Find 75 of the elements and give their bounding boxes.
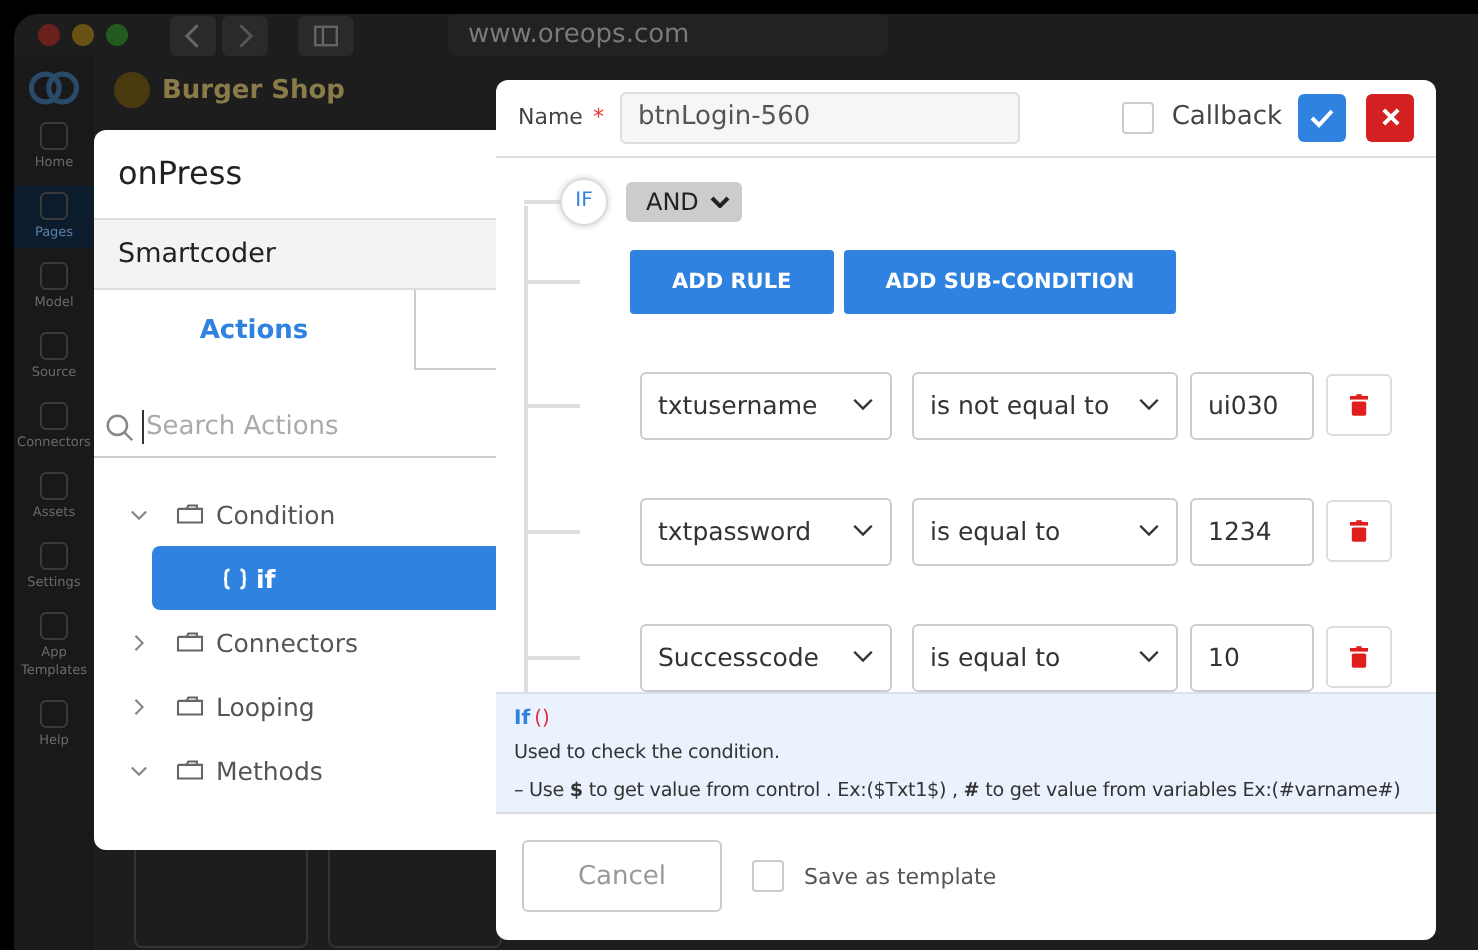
- chevron-icon: [1138, 650, 1160, 665]
- tab[interactable]: Actions: [94, 290, 414, 370]
- close-button[interactable]: [1366, 93, 1414, 142]
- address-bar[interactable]: www.oreops.com: [448, 14, 888, 56]
- brand-logo-icon: [114, 72, 150, 108]
- trash-icon: [1350, 394, 1368, 417]
- app-title: Burger Shop: [162, 75, 345, 105]
- close-icon: [1381, 108, 1399, 127]
- window-controls-icon[interactable]: [38, 24, 128, 46]
- square-icon: [40, 192, 68, 220]
- square-icon: [40, 262, 68, 290]
- save-template-checkbox[interactable]: [752, 860, 784, 893]
- operator-dropdown[interactable]: is equal to: [912, 497, 1178, 566]
- confirm-button[interactable]: [1298, 93, 1346, 142]
- value-field[interactable]: 1234: [1190, 497, 1314, 566]
- square-icon: [40, 542, 68, 570]
- braces-icon: [222, 567, 248, 589]
- section-header: Smartcoder: [94, 218, 496, 290]
- help-parens: (): [534, 707, 550, 730]
- chevron-icon: [130, 697, 148, 715]
- add-button[interactable]: ADD SUB-CONDITION: [843, 249, 1177, 314]
- name-field[interactable]: btnLogin-560: [619, 91, 1020, 144]
- caret-icon: [710, 195, 731, 208]
- delete-button[interactable]: [1326, 374, 1392, 437]
- field-dropdown[interactable]: Successcode: [640, 623, 892, 692]
- trash-icon: [1350, 520, 1368, 543]
- value-field[interactable]: 10: [1190, 623, 1314, 692]
- add-button[interactable]: ADD RULE: [630, 249, 834, 314]
- folder-icon: [176, 694, 204, 718]
- delete-button[interactable]: [1326, 626, 1392, 689]
- tree-item[interactable]: Looping: [94, 674, 496, 738]
- save-template-label: Save as template: [804, 863, 997, 890]
- square-icon: [40, 612, 68, 640]
- square-icon: [40, 122, 68, 150]
- value-field[interactable]: ui030: [1190, 371, 1314, 440]
- square-icon: [40, 472, 68, 500]
- chevron-icon: [130, 761, 148, 779]
- operator-dropdown[interactable]: is equal to: [912, 623, 1178, 692]
- chevron-icon: [852, 398, 874, 413]
- folder-icon: [176, 758, 204, 782]
- logo-icon: [28, 68, 80, 108]
- square-icon: [40, 332, 68, 360]
- name-label: Name: [518, 104, 583, 131]
- chevron-icon: [130, 505, 148, 523]
- field-dropdown[interactable]: txtusername: [640, 371, 892, 440]
- operator-dropdown[interactable]: AND: [626, 181, 743, 222]
- trash-icon: [1350, 646, 1368, 669]
- if-badge: IF: [560, 177, 608, 226]
- chevron-icon: [852, 650, 874, 665]
- square-icon: [40, 700, 68, 728]
- chevron-icon: [1138, 524, 1160, 539]
- tree-item[interactable]: Condition: [94, 482, 496, 546]
- help-usage: – Use $ to get value from control . Ex:($Txt1$) , # to get value from variables Ex:(#varname#): [514, 777, 1403, 806]
- help-description: Used to check the condition.: [514, 739, 782, 768]
- forward-icon[interactable]: [222, 15, 268, 55]
- chevron-icon: [1138, 398, 1160, 413]
- folder-icon: [176, 630, 204, 654]
- tree-item[interactable]: Connectors: [94, 610, 496, 674]
- callback-label: Callback: [1171, 102, 1282, 133]
- chevron-icon: [852, 524, 874, 539]
- tree-item[interactable]: if: [152, 546, 496, 610]
- required-mark: *: [592, 104, 604, 131]
- back-icon[interactable]: [170, 15, 216, 55]
- chevron-icon: [130, 633, 148, 651]
- panel-title: onPress: [116, 152, 245, 196]
- delete-button[interactable]: [1326, 500, 1392, 563]
- search-icon: [106, 413, 134, 441]
- folder-icon: [176, 502, 204, 526]
- square-icon: [40, 402, 68, 430]
- operator-dropdown[interactable]: is not equal to: [912, 371, 1178, 440]
- field-dropdown[interactable]: txtpassword: [640, 497, 892, 566]
- help-title: If: [514, 707, 531, 730]
- callback-checkbox[interactable]: [1121, 101, 1154, 134]
- tree-item[interactable]: Methods: [94, 738, 496, 802]
- checkmark-icon: [1310, 107, 1334, 128]
